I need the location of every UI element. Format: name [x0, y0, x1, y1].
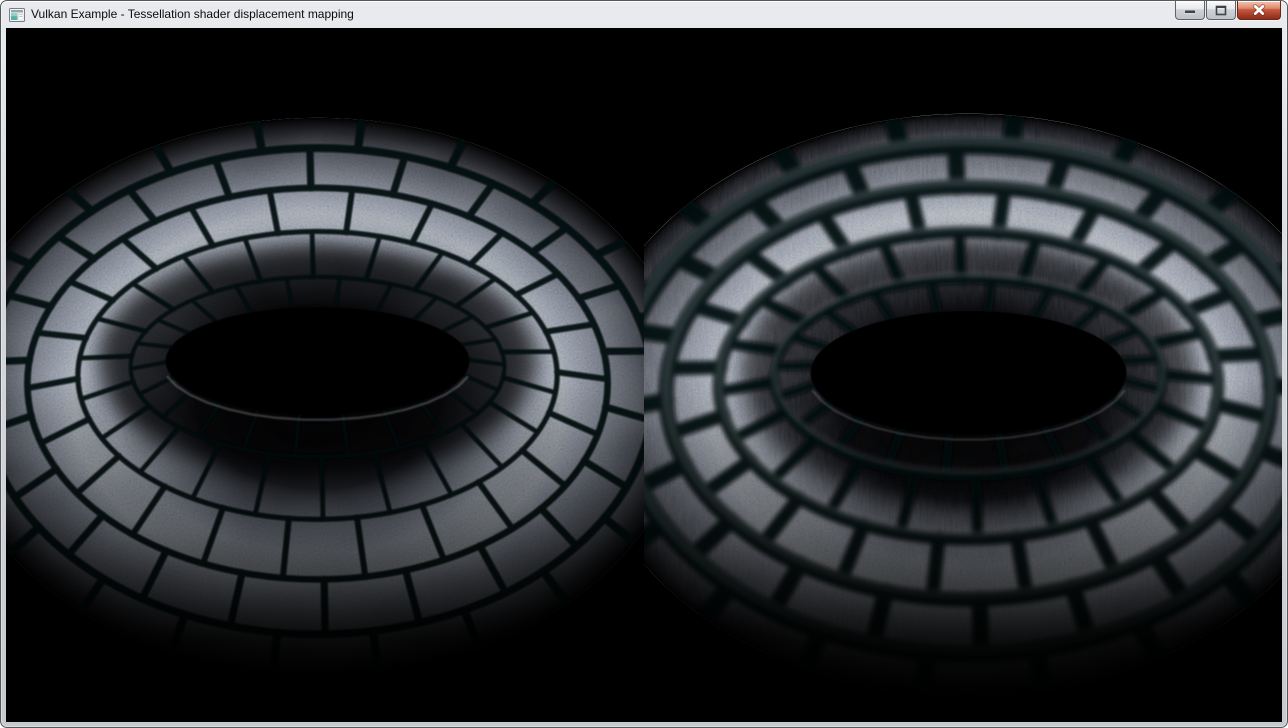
window-controls [1175, 1, 1281, 20]
close-icon [1252, 4, 1266, 16]
minimize-button[interactable] [1175, 1, 1205, 20]
app-window: Vulkan Example - Tessellation shader dis… [0, 0, 1288, 728]
application-icon [9, 7, 25, 23]
screenshot-root: Vulkan Example - Tessellation shader dis… [0, 0, 1288, 728]
close-button[interactable] [1237, 1, 1281, 20]
maximize-icon [1215, 5, 1227, 16]
scene-svg [6, 28, 1282, 722]
minimize-icon [1184, 5, 1196, 15]
title-bar[interactable]: Vulkan Example - Tessellation shader dis… [1, 1, 1287, 28]
window-title: Vulkan Example - Tessellation shader dis… [31, 1, 354, 28]
maximize-button[interactable] [1206, 1, 1236, 20]
render-viewport[interactable] [6, 28, 1282, 722]
